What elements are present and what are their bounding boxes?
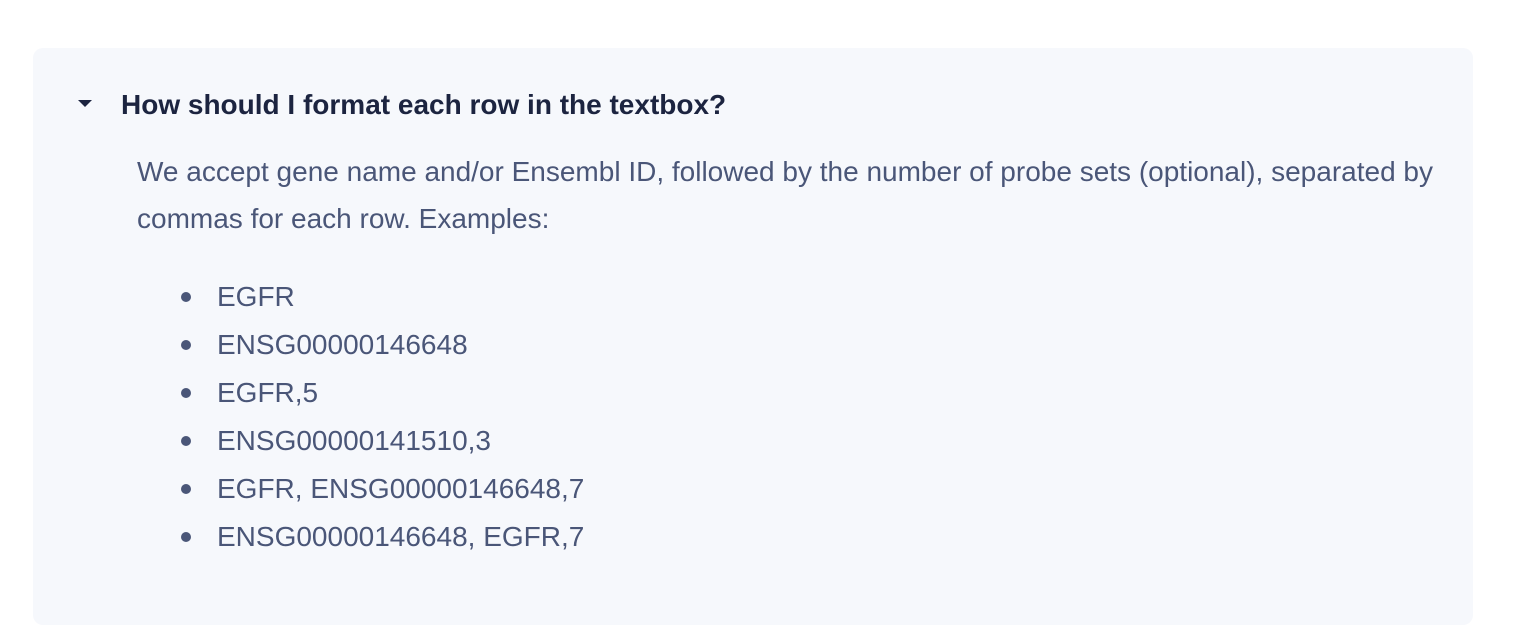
- example-text: ENSG00000146648, EGFR,7: [217, 521, 585, 552]
- bullet-icon: [181, 484, 191, 494]
- example-text: EGFR, ENSG00000146648,7: [217, 473, 585, 504]
- caret-down-icon[interactable]: [78, 100, 92, 107]
- faq-panel: How should I format each row in the text…: [33, 48, 1473, 625]
- bullet-icon: [181, 340, 191, 350]
- list-item: EGFR,5: [181, 369, 584, 417]
- list-item: EGFR, ENSG00000146648,7: [181, 465, 584, 513]
- examples-list: EGFR ENSG00000146648 EGFR,5 ENSG00000141…: [181, 273, 584, 561]
- list-item: ENSG00000141510,3: [181, 417, 584, 465]
- bullet-icon: [181, 292, 191, 302]
- example-text: ENSG00000146648: [217, 329, 468, 360]
- example-text: ENSG00000141510,3: [217, 425, 491, 456]
- bullet-icon: [181, 436, 191, 446]
- list-item: ENSG00000146648, EGFR,7: [181, 513, 584, 561]
- list-item: ENSG00000146648: [181, 321, 584, 369]
- faq-question[interactable]: How should I format each row in the text…: [121, 88, 726, 122]
- faq-answer: We accept gene name and/or Ensembl ID, f…: [137, 156, 1433, 234]
- bullet-icon: [181, 532, 191, 542]
- bullet-icon: [181, 388, 191, 398]
- list-item: EGFR: [181, 273, 584, 321]
- faq-toggle[interactable]: How should I format each row in the text…: [33, 48, 1473, 158]
- example-text: EGFR: [217, 281, 295, 312]
- example-text: EGFR,5: [217, 377, 319, 408]
